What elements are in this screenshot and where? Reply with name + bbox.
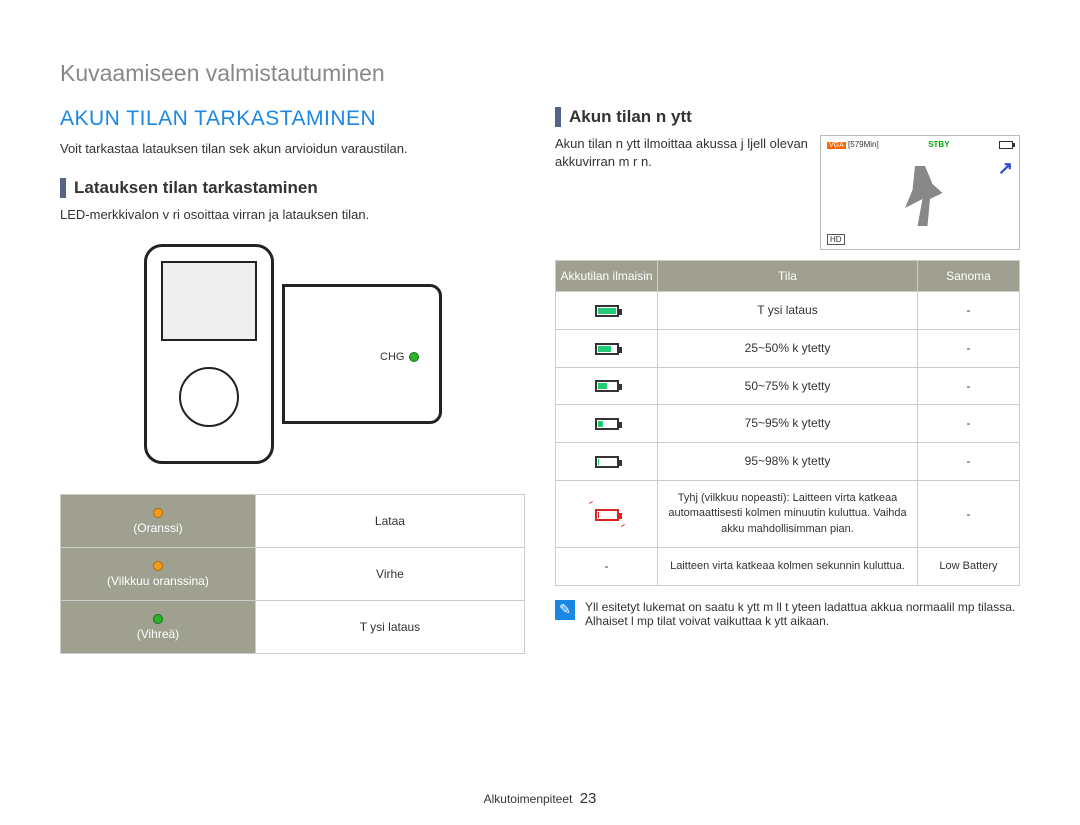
battery-low-icon [595,456,619,468]
tila-cell: 50~75% k ytetty [658,367,918,405]
table-row: - Laitteen virta katkeaa kolmen sekunnin… [556,548,1020,586]
led-color-label: (Oranssi) [133,521,182,535]
intro-left: Voit tarkastaa latauksen tilan sek akun … [60,141,525,156]
sanoma-cell: - [917,480,1019,547]
chg-label-text: CHG [380,351,404,363]
table-row: (Vilkkuu oranssina) Virhe [61,548,525,601]
right-column: Akun tilan n ytt VGA [579Min] STBY ↗ HD … [555,107,1020,654]
table-row: 50~75% k ytetty - [556,367,1020,405]
sanoma-cell: - [917,443,1019,481]
led-color-label: (Vihreä) [137,627,179,641]
indicator-none: - [556,548,658,586]
col-state: Tila [658,261,918,292]
note-block: ✎ Yll esitetyt lukemat on saatu k ytt m … [555,600,1020,628]
table-row: 75~95% k ytetty - [556,405,1020,443]
led-orange-icon [153,508,163,518]
hd-badge: HD [827,234,845,245]
sanoma-cell: - [917,405,1019,443]
col-indicator: Akkutilan ilmaisin [556,261,658,292]
vga-badge: VGA [827,142,846,149]
battery-full-icon [595,305,619,317]
battery-mini-icon [999,141,1013,149]
lcd-preview: VGA [579Min] STBY ↗ HD [820,135,1020,250]
subhead-charging-status: Latauksen tilan tarkastaminen [60,178,525,198]
skater-silhouette-icon [895,166,945,226]
battery-3bar-icon [595,343,619,355]
rec-time: [579Min] [848,140,879,149]
tila-cell: Laitteen virta katkeaa kolmen sekunnin k… [658,548,918,586]
table-row: T ysi lataus - [556,292,1020,330]
table-row: 25~50% k ytetty - [556,329,1020,367]
device-illustration: CHG [60,244,525,464]
body-left: LED-merkkivalon v ri osoittaa virran ja … [60,206,525,224]
tila-cell: Tyhj (vilkkuu nopeasti): Laitteen virta … [658,480,918,547]
arrow-up-right-icon: ↗ [998,158,1013,179]
sanoma-cell: - [917,292,1019,330]
led-state: Virhe [255,548,524,601]
table-row: 95~98% k ytetty - [556,443,1020,481]
battery-empty-blink-icon [595,509,619,521]
led-green-icon [409,352,419,362]
tila-cell: 95~98% k ytetty [658,443,918,481]
stby-label: STBY [928,140,949,149]
section-title: AKUN TILAN TARKASTAMINEN [60,107,525,131]
sanoma-cell: Low Battery [917,548,1019,586]
led-color-label: (Vilkkuu oranssina) [107,574,209,588]
table-row: (Vihreä) T ysi lataus [61,601,525,654]
two-column-layout: AKUN TILAN TARKASTAMINEN Voit tarkastaa … [60,107,1020,654]
footer-label: Alkutoimenpiteet [484,792,573,806]
sanoma-cell: - [917,367,1019,405]
table-row: (Oranssi) Lataa [61,495,525,548]
chapter-title: Kuvaamiseen valmistautuminen [60,60,1020,87]
table-row: Tyhj (vilkkuu nopeasti): Laitteen virta … [556,480,1020,547]
led-orange-blink-icon [153,561,163,571]
col-message: Sanoma [917,261,1019,292]
battery-1bar-icon [595,418,619,430]
tila-cell: 25~50% k ytetty [658,329,918,367]
left-column: AKUN TILAN TARKASTAMINEN Voit tarkastaa … [60,107,525,654]
led-green-icon [153,614,163,624]
sanoma-cell: - [917,329,1019,367]
led-color-table: (Oranssi) Lataa (Vilkkuu oranssina) Virh… [60,494,525,654]
led-state: T ysi lataus [255,601,524,654]
page-footer: Alkutoimenpiteet 23 [0,790,1080,807]
battery-level-table: Akkutilan ilmaisin Tila Sanoma T ysi lat… [555,260,1020,586]
battery-2bar-icon [595,380,619,392]
page-number: 23 [580,790,597,807]
table-header-row: Akkutilan ilmaisin Tila Sanoma [556,261,1020,292]
device-detail-icon: CHG [282,284,442,424]
note-icon: ✎ [555,600,575,620]
device-front-icon [144,244,274,464]
led-state: Lataa [255,495,524,548]
tila-cell: 75~95% k ytetty [658,405,918,443]
chg-indicator: CHG [380,351,418,363]
note-text: Yll esitetyt lukemat on saatu k ytt m ll… [585,600,1020,628]
tila-cell: T ysi lataus [658,292,918,330]
subhead-battery-display: Akun tilan n ytt [555,107,1020,127]
